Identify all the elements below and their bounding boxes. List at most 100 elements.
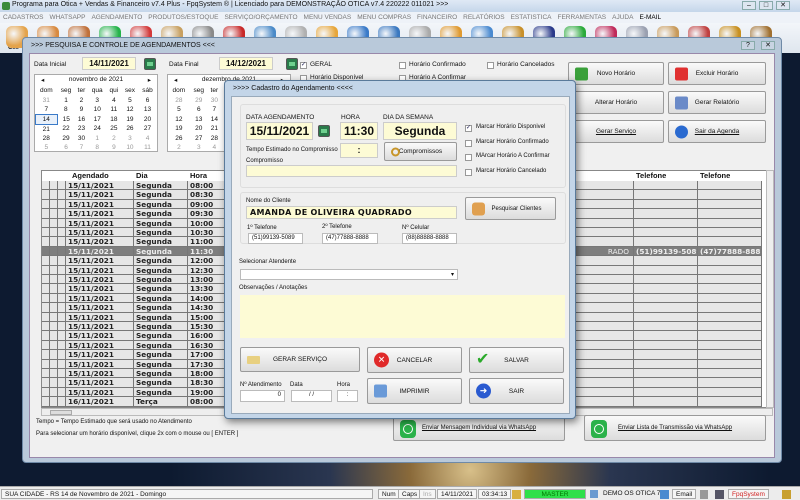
calendar-day[interactable]: 21: [36, 124, 58, 134]
menu-whatsapp[interactable]: WHATSAPP: [49, 14, 85, 21]
natendimento-field[interactable]: 0: [240, 390, 285, 402]
calendar-day[interactable]: 1: [88, 134, 107, 144]
filter-checkbox[interactable]: [399, 62, 406, 69]
calendar-day[interactable]: 26: [121, 124, 138, 134]
prev-month-icon[interactable]: ◂: [174, 76, 177, 85]
minimize-button[interactable]: –: [742, 1, 756, 10]
calendar-day[interactable]: 9: [106, 143, 121, 153]
calendar-day[interactable]: 11: [106, 105, 121, 115]
calendar-day[interactable]: 27: [139, 124, 157, 134]
calendar-day[interactable]: 6: [190, 105, 208, 115]
calendar-day[interactable]: 20: [190, 124, 208, 134]
cancelar-button[interactable]: ✕ CANCELAR: [367, 347, 462, 373]
menu-cadastros[interactable]: CADASTROS: [3, 14, 43, 21]
calendar-day[interactable]: 2: [168, 143, 190, 153]
menu-relat-rios[interactable]: RELATÓRIOS: [463, 14, 504, 21]
gerar-servico-button[interactable]: Gerar Serviço: [568, 120, 664, 143]
calendar-day[interactable]: 16: [75, 115, 88, 125]
celular-field[interactable]: (88)88888-8888: [402, 233, 457, 244]
hora-field[interactable]: 11:30: [340, 122, 378, 140]
sair-agenda-button[interactable]: Sair da Agenda: [668, 120, 766, 143]
calendar-day[interactable]: 27: [190, 134, 208, 144]
whatsapp-lista-button[interactable]: Enviar Lista de Transmissão via WhatsApp: [584, 415, 766, 441]
menu-e-mail[interactable]: E-MAIL: [639, 14, 661, 21]
nome-cliente-field[interactable]: AMANDA DE OLIVEIRA QUADRADO: [246, 206, 457, 219]
filter-checkbox[interactable]: ✓: [300, 62, 307, 69]
scroll-thumb[interactable]: [50, 410, 72, 415]
calendar-day[interactable]: 22: [57, 124, 75, 134]
email-icon[interactable]: [660, 490, 669, 499]
calendar-day[interactable]: 14: [208, 115, 221, 125]
calendar-day[interactable]: 5: [121, 96, 138, 106]
calendar-day[interactable]: 7: [75, 143, 88, 153]
calendar-day[interactable]: 28: [36, 134, 58, 144]
calendar-day[interactable]: 18: [106, 115, 121, 125]
grid-vertical-scrollbar[interactable]: [766, 170, 774, 408]
calendar-day[interactable]: 8: [57, 105, 75, 115]
agenda-close-button[interactable]: ✕: [761, 41, 775, 50]
calendar-day[interactable]: 10: [88, 105, 107, 115]
calendar-day[interactable]: 19: [121, 115, 138, 125]
column-header[interactable]: Telefone: [636, 171, 666, 180]
observacoes-textarea[interactable]: [240, 295, 565, 338]
pesquisar-clientes-button[interactable]: Pesquisar Clientes: [465, 197, 556, 220]
compromisso-field[interactable]: [246, 165, 457, 177]
calendar-day[interactable]: 15: [57, 115, 75, 125]
alterar-horario-button[interactable]: Alterar Horário: [568, 91, 664, 114]
calendar-day[interactable]: 9: [75, 105, 88, 115]
calendar-day[interactable]: 23: [75, 124, 88, 134]
calendar-icon[interactable]: [286, 58, 298, 70]
dropdown-arrow-icon[interactable]: ▾: [451, 271, 454, 278]
status-email[interactable]: Email: [672, 489, 697, 499]
calendar-day[interactable]: 7: [208, 105, 221, 115]
close-button[interactable]: ✕: [776, 1, 790, 10]
column-header[interactable]: Telefone: [700, 171, 730, 180]
menu-estatistica[interactable]: ESTATISTICA: [511, 14, 552, 21]
calendar-day[interactable]: 19: [168, 124, 190, 134]
calendar-icon[interactable]: [318, 125, 330, 137]
calendar-day[interactable]: 2: [75, 96, 88, 106]
salvar-button[interactable]: ✔ SALVAR: [469, 347, 564, 373]
calendar-day[interactable]: 11: [139, 143, 157, 153]
calendar-day[interactable]: 4: [208, 143, 221, 153]
filter-checkbox[interactable]: [487, 62, 494, 69]
telefone1-field[interactable]: (51)99139-5089: [248, 233, 303, 244]
data-atendimento-field[interactable]: / /: [291, 390, 332, 402]
calendar-day[interactable]: 1: [57, 96, 75, 106]
next-month-icon[interactable]: ▸: [148, 76, 151, 85]
calendar-day[interactable]: 4: [106, 96, 121, 106]
calendar-day[interactable]: 6: [57, 143, 75, 153]
column-header[interactable]: Agendado: [72, 171, 109, 180]
menu-agendamento[interactable]: AGENDAMENTO: [91, 14, 142, 21]
data-final-field[interactable]: 14/12/2021: [219, 57, 273, 70]
calendar-day[interactable]: 28: [168, 96, 190, 106]
marcar-checkbox[interactable]: [465, 139, 472, 147]
data-inicial-field[interactable]: 14/11/2021: [82, 57, 136, 70]
data-agendamento-field[interactable]: 15/11/2021: [246, 122, 313, 140]
tempo-estimado-field[interactable]: :: [340, 143, 378, 158]
calendar-day[interactable]: 24: [88, 124, 107, 134]
menu-ferramentas[interactable]: FERRAMENTAS: [558, 14, 607, 21]
compromissos-button[interactable]: Compromissos: [384, 142, 457, 161]
calendar-day[interactable]: 28: [208, 134, 221, 144]
atendente-select[interactable]: ▾: [240, 269, 458, 280]
menu-servi-o-or-amento[interactable]: SERVIÇO/ORÇAMENTO: [224, 14, 297, 21]
calendar-day[interactable]: 6: [139, 96, 157, 106]
calendar-icon[interactable]: [144, 58, 156, 70]
calendar-day[interactable]: 5: [168, 105, 190, 115]
gerar-relatorio-button[interactable]: Gerar Relatório: [668, 91, 766, 114]
column-header[interactable]: Dia: [136, 171, 148, 180]
calendar-day[interactable]: 30: [75, 134, 88, 144]
marcar-checkbox[interactable]: [465, 168, 472, 176]
sair-button[interactable]: ➜ SAIR: [469, 378, 564, 404]
menu-menu-vendas[interactable]: MENU VENDAS: [304, 14, 352, 21]
excluir-horario-button[interactable]: Excluir Horário: [668, 62, 766, 85]
calendar-day[interactable]: 30: [208, 96, 221, 106]
novo-horario-button[interactable]: Novo Horário: [568, 62, 664, 85]
prev-month-icon[interactable]: ◂: [41, 76, 44, 85]
calendar-day[interactable]: 29: [190, 96, 208, 106]
calendar-day[interactable]: 29: [57, 134, 75, 144]
menu-ajuda[interactable]: AJUDA: [612, 14, 633, 21]
settings-icon[interactable]: [700, 490, 708, 499]
calendar-day[interactable]: 12: [168, 115, 190, 125]
